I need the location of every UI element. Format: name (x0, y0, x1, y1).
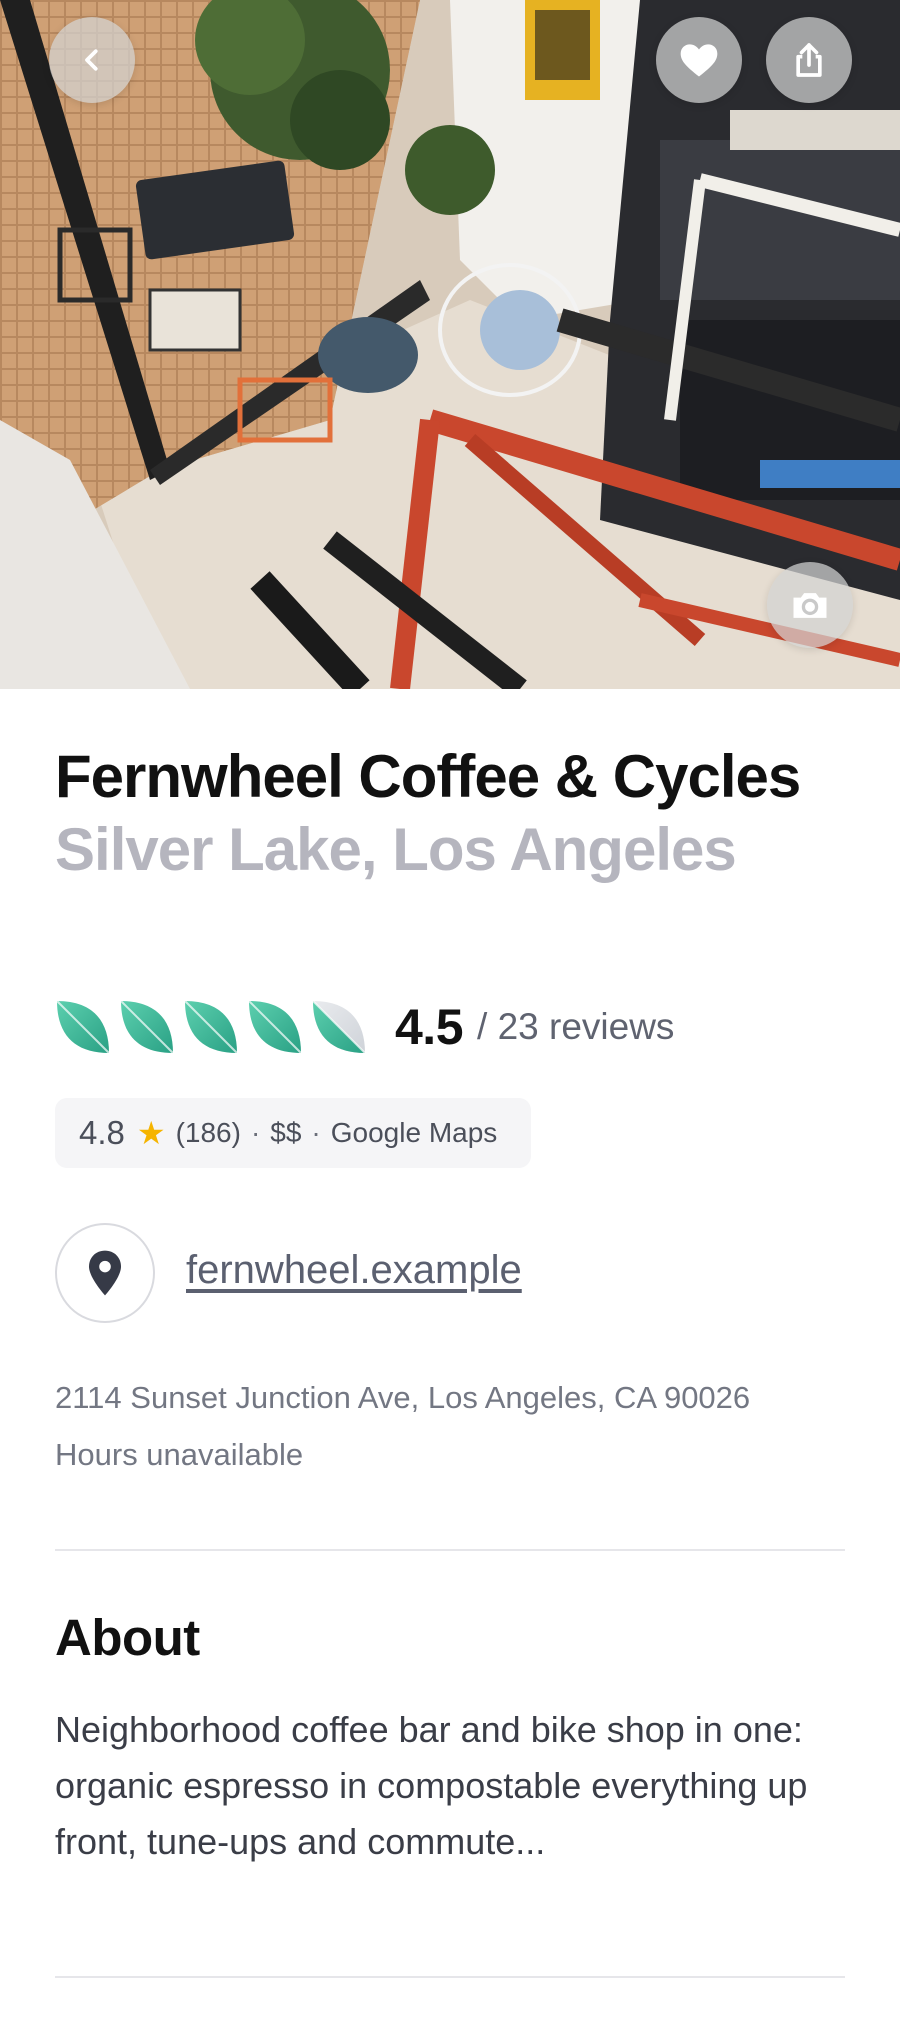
camera-icon (793, 593, 827, 618)
divider (55, 1976, 845, 1978)
place-title: Fernwheel Coffee & Cycles Silver Lake, L… (55, 740, 855, 886)
place-name: Fernwheel Coffee & Cycles (55, 743, 801, 810)
favorite-button[interactable] (656, 17, 742, 103)
photos-button[interactable] (767, 562, 853, 648)
hero-photo[interactable] (0, 0, 900, 689)
google-review-count: (186) (175, 1117, 241, 1148)
divider (55, 1549, 845, 1551)
google-score: 4.8 (79, 1114, 125, 1151)
heart-icon (680, 44, 718, 77)
google-maps-rating[interactable]: 4.8 ★ (186) · $$ · Google Maps (55, 1098, 531, 1168)
address-text: 2114 Sunset Junction Ave, Los Angeles, C… (55, 1380, 751, 1415)
share-button[interactable] (766, 17, 852, 103)
location-icon-badge (55, 1223, 155, 1323)
leaf-icon (184, 1000, 238, 1054)
separator: · (311, 1117, 321, 1148)
leaf-half-icon (312, 1000, 366, 1054)
map-pin-icon (89, 1250, 121, 1296)
rating-score: 4.5 (395, 999, 464, 1055)
about-heading: About (55, 1609, 200, 1666)
price-level: $$ (270, 1117, 302, 1148)
leaf-icon (120, 1000, 174, 1054)
star-icon: ★ (136, 1115, 166, 1151)
website-link[interactable]: fernwheel.example (186, 1248, 522, 1293)
chevron-left-icon (85, 49, 98, 71)
back-button[interactable] (49, 17, 135, 103)
rating-source: Google Maps (330, 1117, 498, 1148)
leaf-icon (56, 1000, 110, 1054)
rating-row[interactable]: 4.5 / 23 reviews (55, 995, 674, 1059)
hours-text: Hours unavailable (55, 1437, 304, 1472)
separator: · (250, 1117, 261, 1148)
share-icon (796, 43, 822, 77)
about-text[interactable]: Neighborhood coffee bar and bike shop in… (55, 1702, 875, 1870)
reviews-count-link[interactable]: / 23 reviews (477, 1006, 674, 1048)
cafe-bike-shop-photo (0, 0, 900, 689)
leaf-icon (248, 1000, 302, 1054)
place-location: Silver Lake, Los Angeles (55, 816, 737, 883)
